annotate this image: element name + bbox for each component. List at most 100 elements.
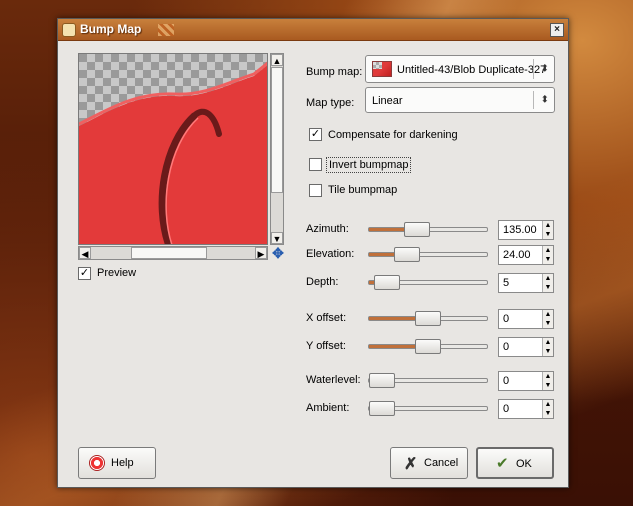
spin-up-icon[interactable]: ▲	[543, 310, 553, 319]
combo-separator	[533, 91, 534, 109]
cancel-x-icon: ✗	[404, 456, 418, 473]
spin-button[interactable]: 0 ▲ ▼	[498, 309, 554, 329]
spin-arrows[interactable]: ▲ ▼	[542, 372, 553, 390]
ok-check-icon: ✔	[496, 455, 509, 472]
window-title: Bump Map	[80, 22, 142, 36]
bump-map-select[interactable]: Untitled-43/Blob Duplicate-327 ⬍	[365, 55, 555, 83]
spin-up-icon[interactable]: ▲	[543, 246, 553, 255]
spin-button[interactable]: 24.00 ▲ ▼	[498, 245, 554, 265]
tile-bumpmap-label: Tile bumpmap	[328, 184, 398, 196]
spin-down-icon[interactable]: ▼	[543, 255, 553, 264]
slider-knob[interactable]	[369, 373, 395, 388]
slider-label: Depth:	[306, 276, 339, 288]
slider-knob[interactable]	[415, 311, 441, 326]
cancel-button-label: Cancel	[424, 457, 459, 469]
horizontal-scroll-thumb[interactable]	[131, 247, 207, 259]
spin-arrows[interactable]: ▲ ▼	[542, 400, 553, 418]
bump-map-dialog: Bump Map × ▲ ▼ ◀ ▶ ✥ ✓ Preview Bump map:…	[57, 18, 569, 488]
spin-button[interactable]: 0 ▲ ▼	[498, 337, 554, 357]
gimp-icon	[62, 23, 76, 37]
bump-map-label: Bump map:	[306, 66, 363, 78]
spin-button[interactable]: 135.00 ▲ ▼	[498, 220, 554, 240]
spin-value[interactable]: 0	[503, 403, 509, 415]
vertical-scroll-thumb[interactable]	[271, 67, 283, 193]
slider-label: Elevation:	[306, 248, 355, 260]
help-button[interactable]: Help	[78, 447, 156, 479]
spin-arrows[interactable]: ▲ ▼	[542, 221, 553, 239]
ok-button-label: OK	[516, 458, 532, 470]
spin-down-icon[interactable]: ▼	[543, 319, 553, 328]
map-type-select[interactable]: Linear ⬍	[365, 87, 555, 113]
combo-separator	[533, 59, 534, 79]
slider-track[interactable]	[368, 222, 488, 237]
spin-arrows[interactable]: ▲ ▼	[542, 246, 553, 264]
spin-down-icon[interactable]: ▼	[543, 409, 553, 418]
slider-knob[interactable]	[404, 222, 430, 237]
spin-value[interactable]: 0	[503, 313, 509, 325]
preview-horizontal-scrollbar[interactable]: ◀ ▶	[78, 246, 268, 260]
help-button-label: Help	[111, 457, 134, 469]
slider-knob[interactable]	[374, 275, 400, 290]
cancel-button[interactable]: ✗ Cancel	[390, 447, 468, 479]
spin-down-icon[interactable]: ▼	[543, 347, 553, 356]
slider-track[interactable]	[368, 339, 488, 354]
spin-value[interactable]: 5	[503, 277, 509, 289]
slider-label: Azimuth:	[306, 223, 349, 235]
ok-button[interactable]: ✔ OK	[476, 447, 554, 479]
slider-track[interactable]	[368, 373, 488, 388]
preview-vertical-scrollbar[interactable]: ▲ ▼	[270, 53, 284, 245]
bump-map-value: Untitled-43/Blob Duplicate-327	[397, 64, 547, 76]
spin-value[interactable]: 0	[503, 341, 509, 353]
slider-track[interactable]	[368, 311, 488, 326]
scroll-down-arrow-icon[interactable]: ▼	[271, 232, 283, 244]
spin-button[interactable]: 0 ▲ ▼	[498, 399, 554, 419]
spin-up-icon[interactable]: ▲	[543, 274, 553, 283]
spin-arrows[interactable]: ▲ ▼	[542, 274, 553, 292]
spin-arrows[interactable]: ▲ ▼	[542, 338, 553, 356]
combo-updown-icon: ⬍	[540, 94, 549, 106]
compensate-checkbox[interactable]: ✓	[309, 128, 322, 141]
slider-track[interactable]	[368, 247, 488, 262]
bump-map-thumbnail	[372, 61, 392, 77]
slider-fill	[369, 228, 408, 231]
title-bar[interactable]: Bump Map ×	[58, 19, 568, 41]
map-type-label: Map type:	[306, 97, 355, 109]
spin-up-icon[interactable]: ▲	[543, 400, 553, 409]
spin-down-icon[interactable]: ▼	[543, 283, 553, 292]
spin-value[interactable]: 24.00	[503, 249, 531, 261]
spin-up-icon[interactable]: ▲	[543, 372, 553, 381]
scroll-up-arrow-icon[interactable]: ▲	[271, 54, 283, 66]
slider-track[interactable]	[368, 275, 488, 290]
spin-button[interactable]: 5 ▲ ▼	[498, 273, 554, 293]
scroll-left-arrow-icon[interactable]: ◀	[79, 247, 91, 259]
slider-track[interactable]	[368, 401, 488, 416]
lifebuoy-icon	[89, 455, 105, 471]
preview-area[interactable]	[78, 53, 268, 245]
slider-label: Ambient:	[306, 402, 350, 414]
spin-down-icon[interactable]: ▼	[543, 230, 553, 239]
invert-bumpmap-label: Invert bumpmap	[326, 157, 412, 173]
spin-up-icon[interactable]: ▲	[543, 338, 553, 347]
slider-label: X offset:	[306, 312, 347, 324]
slider-label: Waterlevel:	[306, 374, 361, 386]
slider-label: Y offset:	[306, 340, 346, 352]
navigate-move-icon[interactable]: ✥	[270, 246, 286, 260]
spin-down-icon[interactable]: ▼	[543, 381, 553, 390]
map-type-value: Linear	[372, 95, 403, 107]
slider-fill	[369, 317, 419, 320]
scroll-right-arrow-icon[interactable]: ▶	[255, 247, 267, 259]
spin-button[interactable]: 0 ▲ ▼	[498, 371, 554, 391]
slider-knob[interactable]	[394, 247, 420, 262]
preview-checkbox[interactable]: ✓	[78, 267, 91, 280]
compensate-label: Compensate for darkening	[328, 129, 458, 141]
spin-value[interactable]: 0	[503, 375, 509, 387]
slider-knob[interactable]	[415, 339, 441, 354]
invert-bumpmap-checkbox[interactable]	[309, 158, 322, 171]
spin-value[interactable]: 135.00	[503, 224, 537, 236]
tile-bumpmap-checkbox[interactable]	[309, 184, 322, 197]
spin-up-icon[interactable]: ▲	[543, 221, 553, 230]
slider-knob[interactable]	[369, 401, 395, 416]
spin-arrows[interactable]: ▲ ▼	[542, 310, 553, 328]
combo-updown-icon: ⬍	[540, 63, 549, 75]
close-button[interactable]: ×	[550, 23, 564, 37]
